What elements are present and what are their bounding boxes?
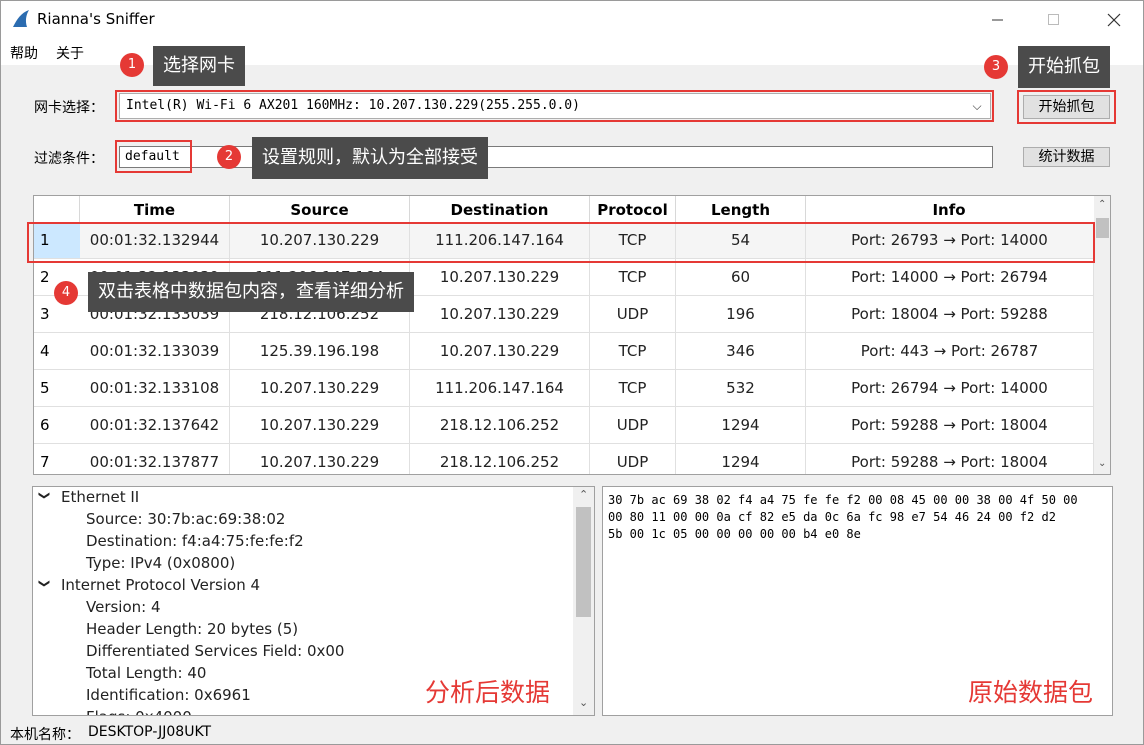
cell-protocol[interactable]: TCP (590, 259, 676, 296)
header-rownum (34, 196, 80, 222)
step2-tooltip: 设置规则，默认为全部接受 (252, 137, 488, 179)
cell-info[interactable]: Port: 18004 → Port: 59288 (806, 296, 1094, 333)
row-number[interactable]: 6 (34, 407, 80, 444)
cell-protocol[interactable]: UDP (590, 296, 676, 333)
tree-field[interactable]: Source: 30:7b:ac:69:38:02 (86, 510, 285, 528)
step3-tooltip: 开始抓包 (1018, 46, 1110, 88)
cell-info[interactable]: Port: 59288 → Port: 18004 (806, 407, 1094, 444)
expand-chevron-icon[interactable]: ❯ (38, 579, 51, 588)
cell-time[interactable]: 00:01:32.137642 (80, 407, 230, 444)
tree-field[interactable]: Flags: 0x4000 (86, 708, 192, 715)
hostname-value: DESKTOP-JJ08UKT (88, 724, 212, 740)
window-title: Rianna's Sniffer (37, 10, 155, 28)
cell-destination[interactable]: 111.206.147.164 (410, 370, 590, 407)
maximize-button[interactable] (1031, 1, 1077, 39)
hex-dump: 30 7b ac 69 38 02 f4 a4 75 fe fe f2 00 0… (608, 493, 1078, 541)
table-scrollbar[interactable]: ⌃ ⌄ (1094, 196, 1110, 474)
tree-field[interactable]: Total Length: 40 (86, 664, 206, 682)
close-icon (1107, 13, 1121, 27)
cell-source[interactable]: 10.207.130.229 (230, 407, 410, 444)
shark-fin-icon (13, 10, 29, 27)
statistics-button[interactable]: 统计数据 (1023, 147, 1110, 167)
cell-destination[interactable]: 10.207.130.229 (410, 296, 590, 333)
tree-field[interactable]: Differentiated Services Field: 0x00 (86, 642, 344, 660)
row-number[interactable]: 4 (34, 333, 80, 370)
nic-label: 网卡选择： (34, 100, 104, 116)
nic-highlight (115, 90, 994, 122)
cell-info[interactable]: Port: 14000 → Port: 26794 (806, 259, 1094, 296)
protocol-tree-pane: ⌃ ⌄ 分析后数据 ❯ Ethernet II Source: 30:7b:ac:6… (32, 486, 595, 716)
cell-destination[interactable]: 218.12.106.252 (410, 444, 590, 474)
tree-node[interactable]: Ethernet II (61, 488, 139, 506)
row-highlight (27, 222, 1095, 263)
filter-input[interactable]: default (119, 146, 993, 168)
cell-protocol[interactable]: TCP (590, 333, 676, 370)
step3-badge: 3 (984, 55, 1008, 79)
table-scroll-thumb[interactable] (1096, 218, 1109, 238)
step4-badge: 4 (54, 281, 78, 305)
header-source[interactable]: Source (230, 196, 410, 222)
cell-time[interactable]: 00:01:32.133108 (80, 370, 230, 407)
filter-highlight (115, 140, 192, 173)
tree-field[interactable]: Type: IPv4 (0x0800) (86, 554, 235, 572)
cell-info[interactable]: Port: 59288 → Port: 18004 (806, 444, 1094, 474)
raw-data-caption: 原始数据包 (968, 678, 1094, 707)
tree-scrollbar[interactable]: ⌃ ⌄ (573, 487, 594, 715)
scroll-up-icon[interactable]: ⌃ (1098, 199, 1106, 210)
header-length[interactable]: Length (676, 196, 806, 222)
minimize-icon (992, 19, 1003, 21)
header-time[interactable]: Time (80, 196, 230, 222)
cell-protocol[interactable]: UDP (590, 407, 676, 444)
cell-time[interactable]: 00:01:32.137877 (80, 444, 230, 474)
cell-length[interactable]: 1294 (676, 407, 806, 444)
raw-hex-pane[interactable]: 30 7b ac 69 38 02 f4 a4 75 fe fe f2 00 0… (602, 486, 1113, 716)
scroll-down-icon[interactable]: ⌄ (1098, 458, 1106, 469)
header-destination[interactable]: Destination (410, 196, 590, 222)
step4-tooltip: 双击表格中数据包内容，查看详细分析 (88, 272, 414, 312)
cell-info[interactable]: Port: 26794 → Port: 14000 (806, 370, 1094, 407)
step2-badge: 2 (217, 145, 241, 169)
expand-chevron-icon[interactable]: ❯ (38, 491, 51, 500)
tree-field[interactable]: Version: 4 (86, 598, 161, 616)
tree-field[interactable]: Destination: f4:a4:75:fe:fe:f2 (86, 532, 304, 550)
step1-badge: 1 (120, 53, 144, 77)
tree-field[interactable]: Header Length: 20 bytes (5) (86, 620, 298, 638)
cell-source[interactable]: 125.39.196.198 (230, 333, 410, 370)
cell-source[interactable]: 10.207.130.229 (230, 370, 410, 407)
cell-destination[interactable]: 218.12.106.252 (410, 407, 590, 444)
minimize-button[interactable] (975, 1, 1021, 39)
row-number[interactable]: 5 (34, 370, 80, 407)
row-number[interactable]: 7 (34, 444, 80, 474)
tree-field[interactable]: Identification: 0x6961 (86, 686, 251, 704)
close-button[interactable] (1091, 1, 1137, 39)
cell-info[interactable]: Port: 443 → Port: 26787 (806, 333, 1094, 370)
app-window: Rianna's Sniffer 帮助 关于 1 选择网卡 3 开始抓包 网卡选… (0, 0, 1144, 745)
cell-source[interactable]: 10.207.130.229 (230, 444, 410, 474)
header-protocol[interactable]: Protocol (590, 196, 676, 222)
header-info[interactable]: Info (806, 196, 1092, 222)
menu-about[interactable]: 关于 (56, 43, 84, 63)
cell-protocol[interactable]: UDP (590, 444, 676, 474)
filter-label: 过滤条件： (34, 151, 104, 167)
scroll-down-icon[interactable]: ⌄ (579, 696, 588, 709)
cell-destination[interactable]: 10.207.130.229 (410, 259, 590, 296)
cell-length[interactable]: 60 (676, 259, 806, 296)
hostname-label: 本机名称： (10, 727, 80, 743)
cell-length[interactable]: 1294 (676, 444, 806, 474)
step1-tooltip: 选择网卡 (153, 46, 245, 86)
cell-length[interactable]: 346 (676, 333, 806, 370)
cell-length[interactable]: 196 (676, 296, 806, 333)
title-bar: Rianna's Sniffer (1, 1, 1143, 39)
parsed-data-caption: 分析后数据 (425, 678, 551, 707)
scroll-up-icon[interactable]: ⌃ (579, 488, 588, 501)
tree-scroll-thumb[interactable] (576, 507, 591, 617)
cell-protocol[interactable]: TCP (590, 370, 676, 407)
cell-time[interactable]: 00:01:32.133039 (80, 333, 230, 370)
menu-help[interactable]: 帮助 (10, 43, 38, 63)
start-highlight (1017, 90, 1116, 124)
cell-length[interactable]: 532 (676, 370, 806, 407)
cell-destination[interactable]: 10.207.130.229 (410, 333, 590, 370)
tree-node[interactable]: Internet Protocol Version 4 (61, 576, 260, 594)
maximize-icon (1048, 14, 1059, 25)
